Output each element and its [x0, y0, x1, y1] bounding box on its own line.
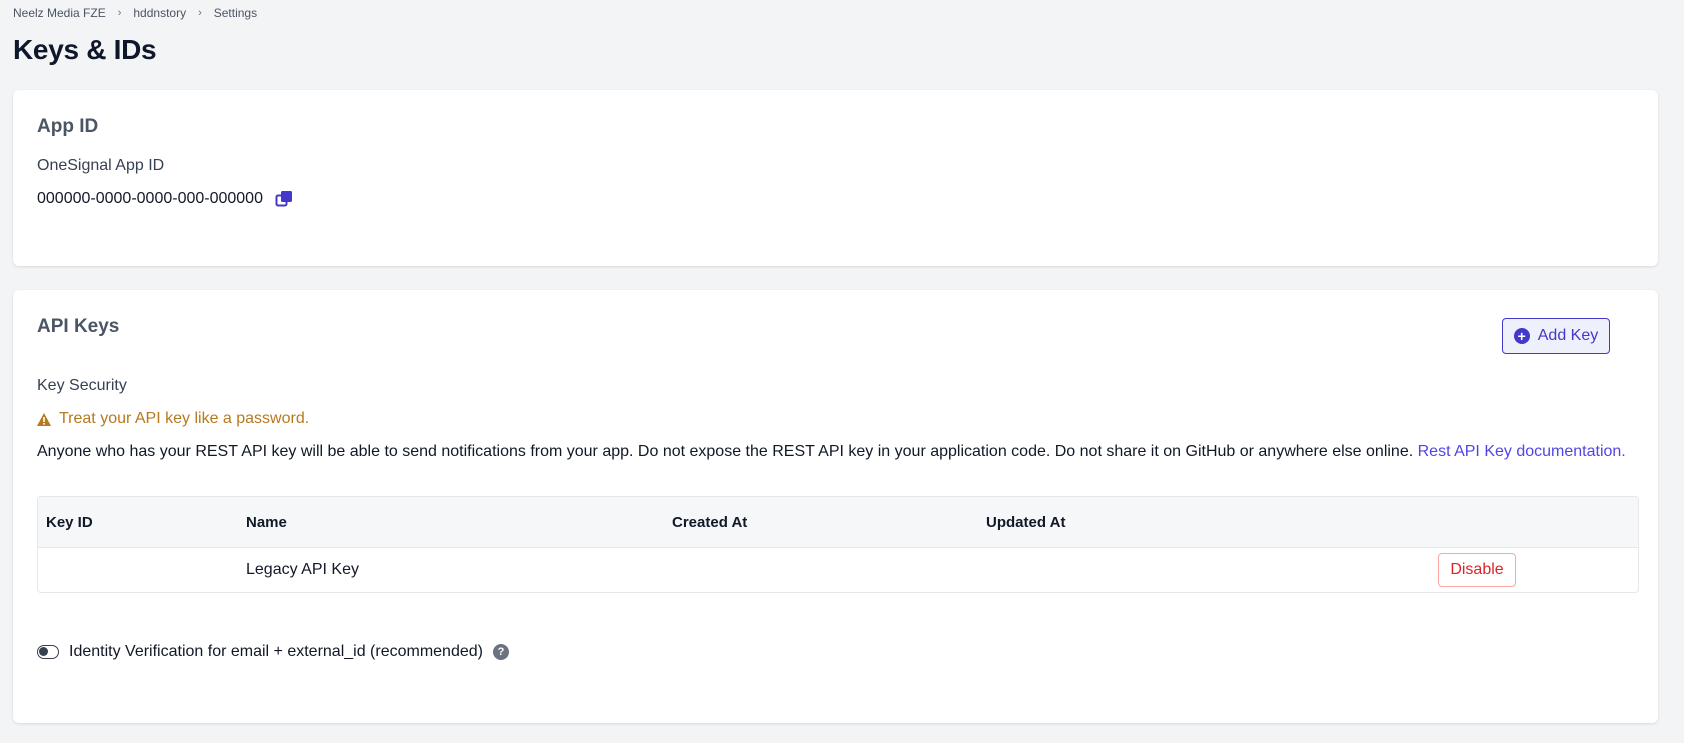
- breadcrumb: Neelz Media FZE › hddnstory › Settings: [13, 6, 1658, 20]
- help-icon[interactable]: ?: [492, 644, 509, 660]
- page-title: Keys & IDs: [13, 34, 157, 65]
- api-keys-table: Key ID Name Created At Updated At Legacy…: [37, 496, 1639, 593]
- api-keys-title: API Keys: [37, 316, 120, 337]
- header-created-at: Created At: [672, 513, 748, 531]
- add-key-button[interactable]: + Add Key: [1502, 318, 1610, 354]
- identity-verification-toggle[interactable]: [37, 645, 59, 659]
- key-security-label: Key Security: [37, 377, 127, 394]
- warning-text: Treat your API key like a password.: [59, 410, 310, 427]
- breadcrumb-separator: ›: [198, 7, 202, 19]
- toggle-knob: [39, 647, 48, 656]
- description-text: Anyone who has your REST API key will be…: [37, 443, 1414, 460]
- app-id-title: App ID: [37, 116, 99, 137]
- app-id-row: 000000-0000-0000-000-000000: [37, 190, 1634, 208]
- breadcrumb-app[interactable]: hddnstory: [133, 6, 186, 20]
- table-row: Legacy API Key Disable: [38, 548, 1638, 592]
- app-id-card: App ID OneSignal App ID 000000-0000-0000…: [13, 90, 1658, 266]
- plus-circle-icon: +: [1513, 328, 1530, 344]
- warning-icon: [37, 412, 51, 426]
- breadcrumb-org[interactable]: Neelz Media FZE: [13, 6, 106, 20]
- disable-button[interactable]: Disable: [1438, 553, 1516, 587]
- header-name: Name: [246, 513, 287, 531]
- api-keys-card: API Keys + Add Key Key Security Treat yo…: [13, 290, 1658, 723]
- breadcrumb-separator: ›: [117, 7, 122, 19]
- header-key-id: Key ID: [46, 513, 93, 531]
- copy-icon[interactable]: [275, 190, 293, 208]
- identity-verification-label: Identity Verification for email + extern…: [69, 643, 483, 660]
- cell-name: Legacy API Key: [246, 561, 359, 578]
- key-description: Anyone who has your REST API key will be…: [37, 442, 1634, 462]
- table-header: Key ID Name Created At Updated At: [38, 497, 1638, 548]
- app-id-label: OneSignal App ID: [37, 157, 165, 174]
- header-updated-at: Updated At: [986, 513, 1066, 531]
- page: Neelz Media FZE › hddnstory › Settings K…: [0, 0, 1671, 723]
- rest-api-doc-link[interactable]: Rest API Key documentation.: [1418, 443, 1626, 460]
- add-key-label: Add Key: [1537, 327, 1599, 344]
- warning-message: Treat your API key like a password.: [37, 410, 1634, 428]
- identity-verification-row: Identity Verification for email + extern…: [37, 643, 1634, 661]
- breadcrumb-settings[interactable]: Settings: [214, 6, 257, 20]
- cell-actions: Disable: [1426, 553, 1638, 587]
- app-id-value[interactable]: 000000-0000-0000-000-000000: [37, 190, 263, 208]
